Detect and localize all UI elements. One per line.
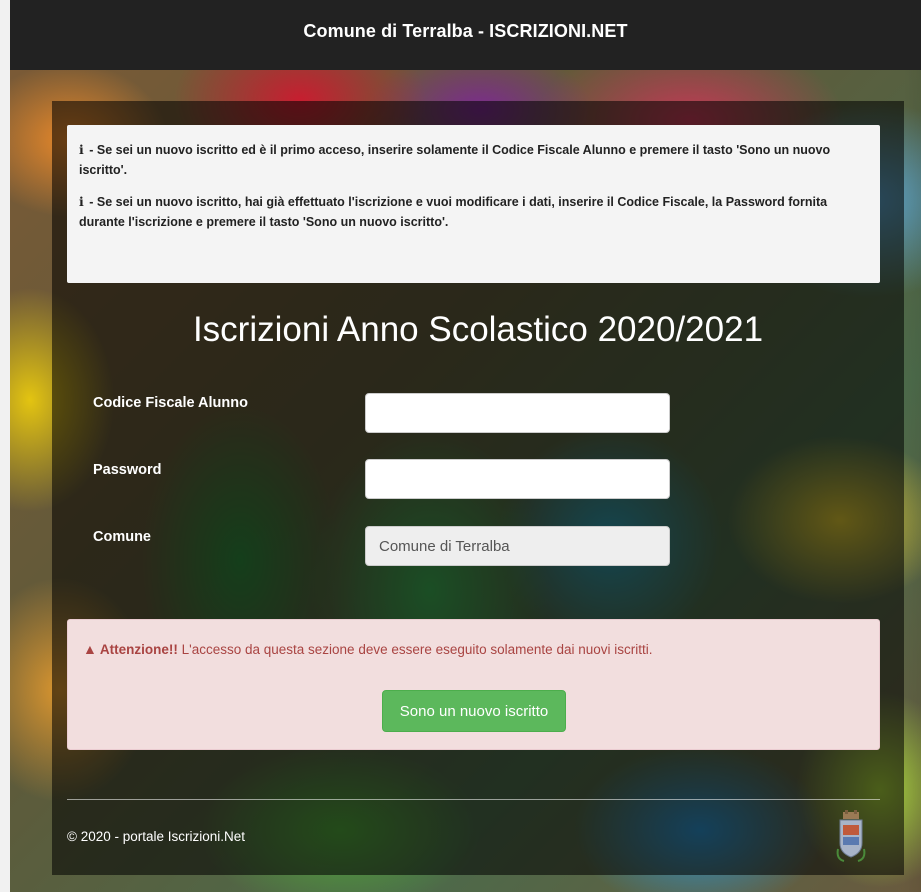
footer-divider [67, 799, 880, 800]
municipality-crest-icon [836, 810, 866, 862]
comune-label: Comune [93, 529, 151, 545]
alert-strong: Attenzione!! [99, 642, 178, 657]
info-text-2: - Se sei un nuovo iscritto, hai già effe… [79, 195, 828, 229]
alert-message: ▲ Attenzione!! L'accesso da questa sezion… [83, 641, 652, 657]
top-navbar: Comune di Terralba - ISCRIZIONI.NET [10, 0, 921, 70]
page-title: Iscrizioni Anno Scolastico 2020/2021 [192, 310, 764, 349]
info-text-1: - Se sei un nuovo iscritto ed è il primo… [79, 143, 831, 177]
site-title[interactable]: Comune di Terralba - ISCRIZIONI.NET [303, 21, 627, 42]
warning-icon: ▲ [83, 641, 97, 657]
info-icon: i [79, 194, 84, 209]
comune-field[interactable] [365, 526, 670, 566]
password-label: Password [93, 462, 162, 478]
info-icon: i [79, 142, 84, 157]
info-box: i - Se sei un nuovo iscritto ed è il pri… [67, 125, 880, 283]
password-input[interactable] [365, 459, 670, 499]
page: Comune di Terralba - ISCRIZIONI.NET i - … [10, 0, 921, 892]
alert-text: L'accesso da questa sezione deve essere … [181, 642, 653, 657]
codice-fiscale-label: Codice Fiscale Alunno [93, 395, 248, 411]
warning-alert: ▲ Attenzione!! L'accesso da questa sezion… [67, 619, 880, 750]
main-panel: i - Se sei un nuovo iscritto ed è il pri… [52, 101, 904, 875]
info-line-1: i - Se sei un nuovo iscritto ed è il pri… [79, 140, 865, 180]
new-enrollee-button[interactable]: Sono un nuovo iscritto [382, 690, 566, 732]
footer-copyright: © 2020 - portale Iscrizioni.Net [67, 829, 246, 844]
codice-fiscale-input[interactable] [365, 393, 670, 433]
edge-shadow [903, 70, 921, 892]
info-line-2: i - Se sei un nuovo iscritto, hai già ef… [79, 192, 865, 232]
